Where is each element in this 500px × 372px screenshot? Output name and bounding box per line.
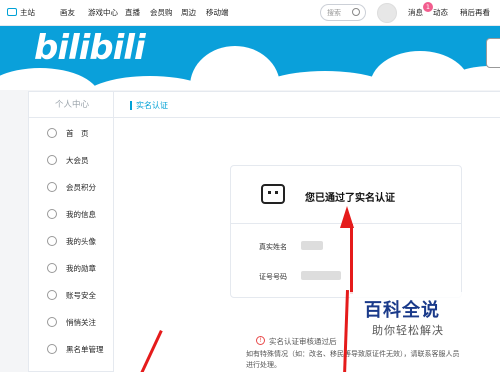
warning-icon: ! [256, 336, 265, 345]
security-icon [47, 290, 57, 300]
sidebar-item-label: 首 页 [66, 129, 89, 138]
tv-icon [7, 8, 17, 16]
section-accent-bar [130, 101, 132, 110]
sidebar-title: 个人中心 [29, 92, 115, 118]
sidebar-item-label: 我的勋章 [66, 264, 96, 273]
verification-card: 您已通过了实名认证 真实姓名 证号号码 [230, 165, 462, 298]
sidebar-item-label: 大会员 [66, 156, 89, 165]
cloud-decoration [0, 68, 100, 90]
user-info-icon [47, 209, 57, 219]
sidebar-item-vip[interactable]: 大会员 [29, 147, 115, 174]
search-box[interactable]: 搜索 [320, 4, 366, 21]
points-icon [47, 182, 57, 192]
sidebar: 个人中心 首 页 大会员 会员积分 我的信息 我的头像 我的勋章 账号安全 悄悄… [28, 91, 115, 372]
verified-message: 您已通过了实名认证 [305, 193, 395, 204]
nav-main-site[interactable]: 主站 [20, 7, 35, 18]
sidebar-item-info[interactable]: 我的信息 [29, 201, 115, 228]
sidebar-item-label: 我的信息 [66, 210, 96, 219]
medal-icon [47, 263, 57, 273]
red-arrow-line [350, 224, 353, 294]
header-banner: bilibili [0, 26, 500, 90]
search-input[interactable]: 搜索 [327, 8, 341, 18]
sidebar-item-quiet-follow[interactable]: 悄悄关注 [29, 309, 115, 336]
nav-mobile[interactable]: 移动端 [206, 7, 229, 18]
id-number-label: 证号号码 [259, 273, 287, 281]
nav-game-center[interactable]: 游戏中心 [88, 7, 118, 18]
message-count-badge: 1 [423, 2, 433, 12]
masked-id-number [301, 271, 341, 280]
verification-notice: 实名认证审核通过后 [269, 337, 337, 346]
bilibili-tv-icon [261, 184, 285, 204]
nav-live[interactable]: 直播 [125, 7, 140, 18]
search-icon[interactable] [352, 8, 360, 16]
avatar-icon [47, 236, 57, 246]
sidebar-item-home[interactable]: 首 页 [29, 120, 115, 147]
vip-icon [47, 155, 57, 165]
follow-icon [47, 317, 57, 327]
sidebar-item-blacklist[interactable]: 黑名单管理 [29, 336, 115, 363]
sidebar-item-medals[interactable]: 我的勋章 [29, 255, 115, 282]
real-name-label: 真实姓名 [259, 243, 287, 251]
sidebar-item-label: 悄悄关注 [66, 318, 96, 327]
mascot-icon [486, 38, 500, 68]
section-header: 实名认证 [114, 92, 500, 118]
sidebar-item-label: 黑名单管理 [66, 345, 104, 354]
sidebar-item-label: 我的头像 [66, 237, 96, 246]
nav-member-shop[interactable]: 会员购 [150, 7, 173, 18]
nav-watch-later[interactable]: 稍后再看 [460, 7, 490, 18]
nav-messages[interactable]: 消息 [408, 7, 423, 18]
top-navigation: 主站 画友 游戏中心 直播 会员购 周边 移动端 搜索 消息 1 动态 稍后再看 [0, 0, 500, 26]
sidebar-item-points[interactable]: 会员积分 [29, 174, 115, 201]
watermark: 百科全说 助你轻松解决 [350, 292, 500, 348]
special-case-note: 如有特殊情况（如：改名、移民等导致原证件无效），请联系客服人员进行处理。 [246, 350, 460, 369]
watermark-subtitle: 助你轻松解决 [372, 324, 444, 337]
home-icon [47, 128, 57, 138]
bilibili-logo[interactable]: bilibili [34, 28, 146, 68]
nav-dynamics[interactable]: 动态 [433, 7, 448, 18]
sidebar-item-avatar[interactable]: 我的头像 [29, 228, 115, 255]
user-avatar[interactable] [377, 3, 397, 23]
sidebar-item-label: 会员积分 [66, 183, 96, 192]
watermark-title: 百科全说 [364, 300, 440, 321]
section-title: 实名认证 [136, 101, 168, 110]
nav-painters[interactable]: 画友 [60, 7, 75, 18]
sidebar-item-label: 账号安全 [66, 291, 96, 300]
blacklist-icon [47, 344, 57, 354]
nav-merch[interactable]: 周边 [181, 7, 196, 18]
masked-name [301, 241, 323, 250]
sidebar-item-security[interactable]: 账号安全 [29, 282, 115, 309]
